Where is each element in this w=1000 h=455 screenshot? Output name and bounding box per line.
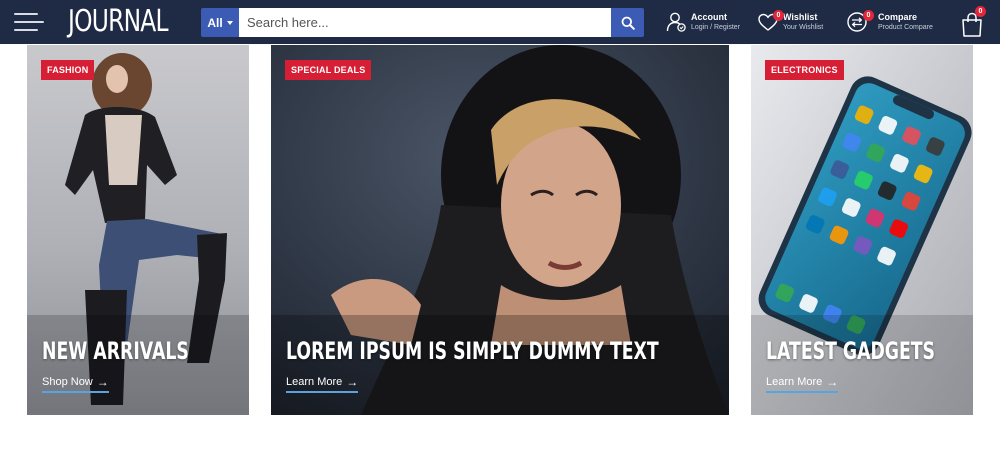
banner-title: LOREM IPSUM IS SIMPLY DUMMY TEXT: [286, 337, 659, 365]
user-icon: [665, 11, 687, 33]
arrow-right-icon: →: [826, 375, 839, 389]
banner-tag: FASHION: [41, 60, 95, 80]
search-button[interactable]: [611, 8, 644, 37]
search-bar: All: [201, 8, 644, 37]
search-icon: [621, 16, 635, 30]
wishlist-subtitle: Your Wishlist: [783, 24, 824, 31]
banner-link-label: Learn More: [766, 376, 823, 388]
heart-icon: 0: [757, 10, 784, 33]
learn-more-link[interactable]: Learn More →: [766, 375, 839, 393]
top-header: JOURNAL All Account Login / Register: [0, 0, 1000, 44]
banner-link-label: Shop Now: [42, 376, 93, 388]
compare-count-badge: 0: [863, 10, 874, 21]
shop-now-link[interactable]: Shop Now →: [42, 376, 109, 393]
compare-title: Compare: [878, 12, 918, 22]
wishlist-count-badge: 0: [773, 10, 784, 21]
cart-button[interactable]: 0: [959, 6, 989, 38]
banner-tag: ELECTRONICS: [765, 60, 844, 80]
banner-tag: SPECIAL DEALS: [285, 60, 372, 80]
learn-more-link[interactable]: Learn More →: [286, 375, 359, 393]
arrow-right-icon: →: [346, 375, 359, 389]
site-logo[interactable]: JOURNAL: [68, 4, 169, 40]
account-link[interactable]: Account Login / Register: [665, 7, 740, 37]
account-title: Account: [691, 12, 727, 22]
search-category-dropdown[interactable]: All: [201, 8, 239, 37]
search-category-label: All: [207, 15, 223, 30]
compare-arrows-icon: 0: [846, 10, 874, 33]
hamburger-icon[interactable]: [14, 10, 44, 34]
wishlist-link[interactable]: 0 Wishlist Your Wishlist: [757, 7, 823, 37]
arrow-right-icon: →: [96, 375, 109, 389]
banner-electronics[interactable]: ELECTRONICS LATEST GADGETS Learn More →: [751, 45, 973, 415]
banner-fashion[interactable]: FASHION NEW ARRIVALS Shop Now →: [27, 45, 249, 415]
banner-special-deals[interactable]: SPECIAL DEALS LOREM IPSUM IS SIMPLY DUMM…: [271, 45, 729, 415]
compare-link[interactable]: 0 Compare Product Compare: [846, 7, 933, 37]
search-input[interactable]: [239, 8, 611, 37]
account-subtitle: Login / Register: [691, 24, 741, 31]
banner-link-label: Learn More: [286, 376, 343, 388]
banner-title: LATEST GADGETS: [766, 337, 936, 365]
wishlist-title: Wishlist: [783, 12, 818, 22]
compare-subtitle: Product Compare: [878, 24, 933, 31]
banner-title: NEW ARRIVALS: [42, 337, 189, 365]
caret-down-icon: [226, 20, 233, 25]
cart-count-badge: 0: [975, 6, 986, 17]
